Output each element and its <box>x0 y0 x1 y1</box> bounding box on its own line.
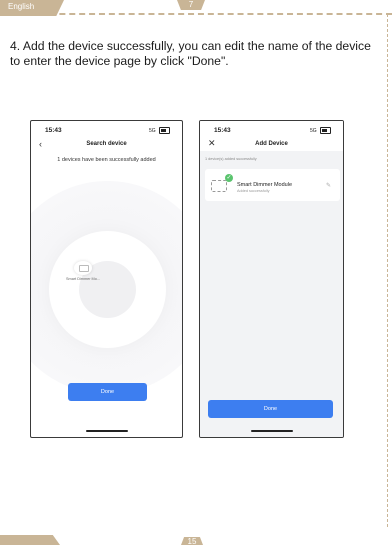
status-bar: 15:43 5G <box>200 121 343 137</box>
battery-icon <box>159 127 170 134</box>
signal-label: 5G <box>148 127 156 134</box>
dashed-divider <box>0 13 392 15</box>
signal-indicator: 5G <box>310 127 331 134</box>
device-icon <box>211 180 227 192</box>
status-time: 15:43 <box>45 127 62 134</box>
signal-label: 5G <box>309 127 317 134</box>
home-indicator <box>86 430 128 432</box>
battery-icon <box>320 127 331 134</box>
top-bar: English 7 <box>0 0 392 16</box>
device-label: Smart Dimmer Mo... <box>66 277 100 281</box>
phone-screen-add-device: 15:43 5G ✕ Add Device 1 device(s) added … <box>199 120 344 438</box>
screen-title: Add Device <box>255 141 288 147</box>
step-instruction: 4. Add the device successfully, you can … <box>10 39 371 68</box>
added-subtitle: 1 device(s) added successfully <box>205 157 257 161</box>
done-button[interactable]: Done <box>68 383 147 401</box>
device-name: Smart Dimmer Module <box>237 182 293 188</box>
status-time: 15:43 <box>214 127 231 134</box>
device-card[interactable]: ✓ Smart Dimmer Module Added successfully… <box>205 169 340 201</box>
dashed-right-border <box>387 14 388 527</box>
home-indicator <box>251 430 293 432</box>
done-button[interactable]: Done <box>208 400 333 418</box>
status-bar: 15:43 5G <box>31 121 182 137</box>
signal-indicator: 5G <box>149 127 170 134</box>
device-status: Added successfully <box>237 189 270 193</box>
page-number-top: 7 <box>177 0 205 10</box>
edit-icon[interactable]: ✎ <box>326 182 331 189</box>
device-icon[interactable] <box>74 261 92 275</box>
check-icon: ✓ <box>225 174 233 182</box>
phone-screen-search-device: 15:43 5G ‹ Search device 1 devices have … <box>30 120 183 438</box>
screen-title: Search device <box>86 141 127 147</box>
footer-tab <box>0 535 60 545</box>
page-number-bottom: 15 <box>181 537 203 545</box>
success-message: 1 devices have been successfully added <box>57 157 156 163</box>
